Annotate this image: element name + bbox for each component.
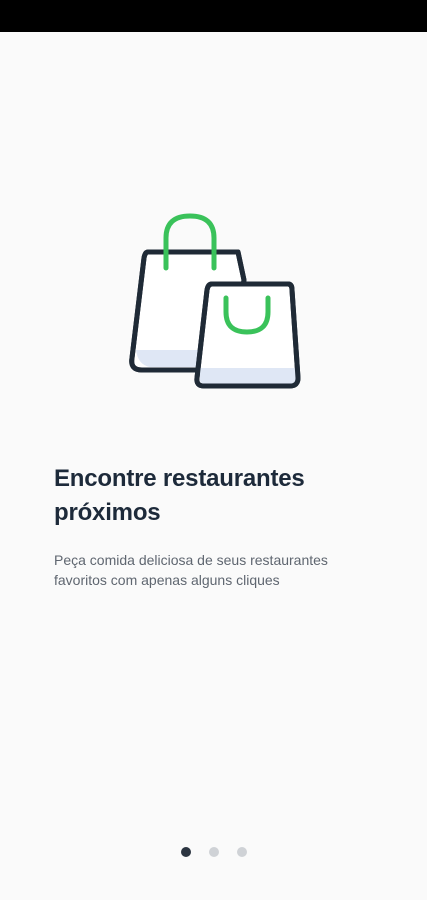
page-dot-2[interactable] <box>208 847 219 857</box>
onboarding-screen: Encontre restaurantes próximos Peça comi… <box>0 0 427 900</box>
page-dot-3[interactable] <box>236 847 247 857</box>
shopping-bags-icon <box>129 213 301 389</box>
small-bag-icon <box>194 281 301 389</box>
page-indicator <box>0 847 427 859</box>
status-bar <box>0 0 427 32</box>
onboarding-title: Encontre restaurantes próximos <box>54 465 305 526</box>
onboarding-description: Peça comida deliciosa de seus restaurant… <box>54 552 328 588</box>
page-dot-1[interactable] <box>180 847 191 857</box>
